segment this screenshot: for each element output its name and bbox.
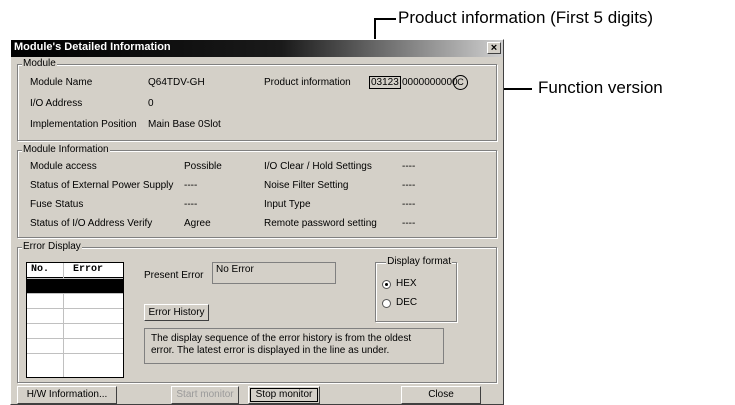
stop-monitor-button[interactable]: Stop monitor (248, 386, 320, 404)
remote-password-label: Remote password setting (264, 218, 377, 229)
dialog-title: Module's Detailed Information (14, 41, 171, 53)
error-col-error: Error (73, 264, 104, 275)
impl-position-value: Main Base 0Slot (148, 119, 221, 130)
io-verify-label: Status of I/O Address Verify (30, 218, 153, 229)
io-clear-hold-label: I/O Clear / Hold Settings (264, 161, 372, 172)
table-row[interactable] (27, 353, 123, 368)
product-info-label: Product information (264, 77, 351, 88)
module-name-value: Q64TDV-GH (148, 77, 205, 88)
table-row[interactable] (27, 278, 123, 293)
title-bar: Module's Detailed Information × (11, 40, 503, 57)
product-info-callout-line-h (374, 18, 396, 20)
display-format-group: Display format HEX DEC (375, 256, 457, 322)
remote-password-value: ---- (402, 218, 416, 229)
io-address-value: 0 (148, 98, 154, 109)
module-detail-dialog: Module's Detailed Information × Module M… (10, 39, 504, 405)
io-clear-hold-value: ---- (402, 161, 416, 172)
error-display-group: Error Display No. Error Present Error No… (17, 241, 497, 383)
dec-radio[interactable] (382, 299, 391, 308)
input-type-value: ---- (402, 199, 416, 210)
product-info-first5: 03123 (369, 76, 401, 89)
function-version-callout: Function version (538, 78, 663, 97)
error-col-no: No. (31, 264, 50, 275)
table-row[interactable] (27, 323, 123, 338)
error-history-button[interactable]: Error History (144, 304, 209, 321)
function-version-badge: C (453, 75, 468, 90)
input-type-label: Input Type (264, 199, 311, 210)
module-legend: Module (22, 58, 57, 69)
module-group: Module Module Name Q64TDV-GH Product inf… (17, 58, 497, 141)
close-button[interactable]: Close (401, 386, 481, 404)
present-error-field: No Error (212, 262, 336, 284)
module-name-label: Module Name (30, 77, 93, 88)
hw-information-button[interactable]: H/W Information... (17, 386, 117, 404)
error-display-legend: Error Display (22, 241, 82, 252)
product-info-callout: Product information (First 5 digits) (398, 8, 654, 27)
error-note: The display sequence of the error histor… (144, 328, 444, 364)
error-table[interactable]: No. Error (26, 262, 124, 378)
display-format-legend: Display format (386, 256, 452, 267)
io-address-label: I/O Address (30, 98, 83, 109)
module-information-group: Module Information Module access Possibl… (17, 144, 497, 238)
fuse-status-value: ---- (184, 199, 198, 210)
table-row[interactable] (27, 338, 123, 353)
table-row[interactable] (27, 293, 123, 308)
hex-label: HEX (396, 278, 417, 289)
table-row[interactable] (27, 308, 123, 323)
ext-power-label: Status of External Power Supply (30, 180, 174, 191)
noise-filter-value: ---- (402, 180, 416, 191)
noise-filter-label: Noise Filter Setting (264, 180, 349, 191)
hex-radio[interactable] (382, 280, 391, 289)
module-access-label: Module access (30, 161, 97, 172)
close-icon[interactable]: × (487, 42, 501, 54)
impl-position-label: Implementation Position (30, 119, 137, 130)
ext-power-value: ---- (184, 180, 198, 191)
fuse-status-label: Fuse Status (30, 199, 84, 210)
present-error-label: Present Error (144, 270, 204, 281)
product-info-rest: 0000000000 (402, 77, 458, 88)
dec-label: DEC (396, 297, 418, 308)
module-information-legend: Module Information (22, 144, 110, 155)
io-verify-value: Agree (184, 218, 211, 229)
module-access-value: Possible (184, 161, 222, 172)
start-monitor-button[interactable]: Start monitor (171, 386, 239, 404)
